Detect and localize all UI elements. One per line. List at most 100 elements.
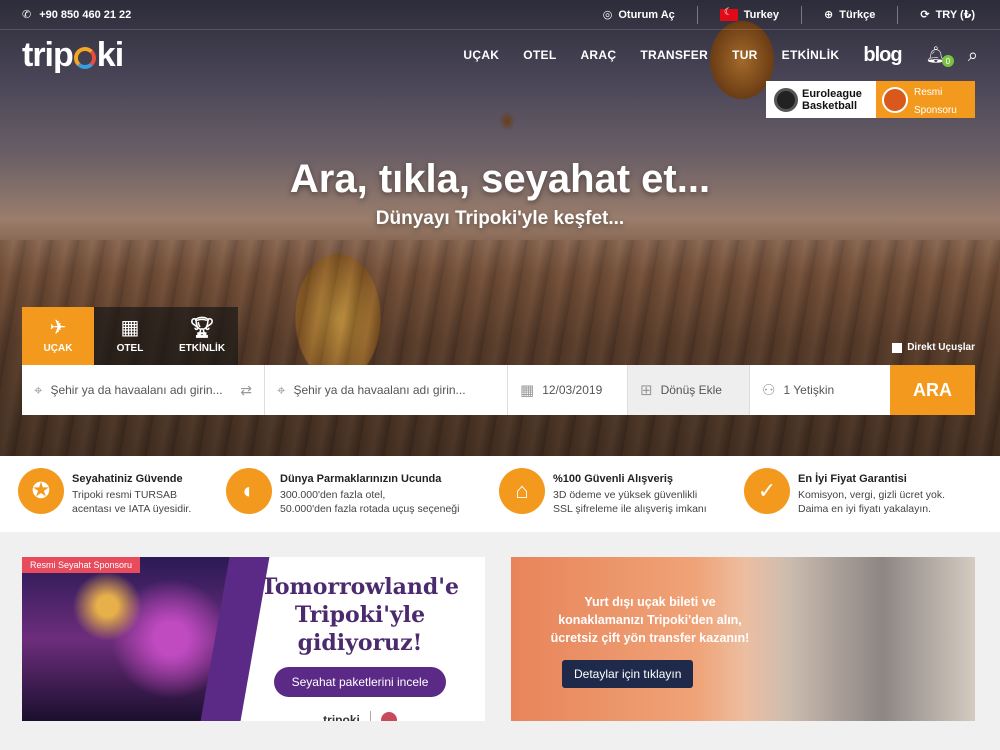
tab-ucak-label: UÇAK <box>43 343 73 354</box>
country-selector[interactable]: Turkey <box>698 5 803 24</box>
phone-number: +90 850 460 21 22 <box>39 8 132 21</box>
checkmark-icon: ✓ <box>744 468 790 514</box>
feature-title: En İyi Fiyat Garantisi <box>798 473 907 485</box>
calendar-icon: ▦ <box>520 382 535 399</box>
tripoki-logo[interactable]: trip ki <box>22 35 124 75</box>
feature-secure-travel: ✪ Seyahatiniz Güvende Tripoki resmi TURS… <box>18 468 226 532</box>
banner2-line2: konaklamanızı Tripoki'den alın, <box>558 613 742 627</box>
add-return-label: Dönüş Ekle <box>660 383 722 397</box>
direct-flights-label: Direkt Uçuşlar <box>907 342 975 353</box>
euroleague-label: Euroleague <box>802 87 862 100</box>
language-label: Türkçe <box>839 8 876 21</box>
banner1-footer-logos: tripoki <box>323 711 397 721</box>
notification-bell-icon[interactable]: 🔔︎ 0 <box>926 45 954 67</box>
login-link[interactable]: ◎ Oturum Aç <box>581 5 698 24</box>
nav-ucak[interactable]: UÇAK <box>451 48 511 62</box>
feature-line: Daima en iyi fiyatı yakalayın. <box>798 503 932 515</box>
language-selector[interactable]: ⊕ Türkçe <box>802 5 899 24</box>
checkbox-box[interactable] <box>892 342 903 353</box>
nav-blog[interactable]: blog <box>851 44 913 67</box>
origin-placeholder: Şehir ya da havaalanı adı girin... <box>50 383 223 397</box>
ssl-lock-icon: ⌂ <box>499 468 545 514</box>
tab-etkinlik[interactable]: 🏆︎ ETKİNLİK <box>166 307 238 365</box>
sponsor-line1: Resmi <box>914 86 943 98</box>
search-button[interactable]: ARA <box>890 365 975 415</box>
feature-line: SSL şifreleme ile alışveriş imkanı <box>553 503 707 515</box>
notification-badge: 0 <box>941 55 954 67</box>
hero-subline: Dünyayı Tripoki'yle keşfet... <box>375 208 625 229</box>
details-button[interactable]: Detaylar için tıklayın <box>562 660 694 688</box>
login-label: Oturum Aç <box>618 8 675 21</box>
hotel-icon: ▦ <box>120 317 140 339</box>
nav-otel[interactable]: OTEL <box>511 48 568 62</box>
view-packages-button[interactable]: Seyahat paketlerini incele <box>273 667 447 697</box>
tab-otel-label: OTEL <box>116 343 144 354</box>
hero-headline: Ara, tıkla, seyahat et... <box>289 157 711 201</box>
refresh-icon: ⟳ <box>920 9 930 21</box>
departure-date-value: 12/03/2019 <box>542 383 603 397</box>
euroleague-logo: Euroleague Basketball <box>766 81 876 118</box>
passenger-selector[interactable]: ⚇ 1 Yetişkin <box>750 365 890 415</box>
location-pin-icon: ⌖ <box>277 381 286 399</box>
transfer-promo-banner[interactable]: Yurt dışı uçak bileti ve konaklamanızı T… <box>511 557 975 721</box>
currency-selector[interactable]: ⟳ TRY (₺) <box>898 6 978 24</box>
search-icon[interactable]: ⌕ <box>968 45 978 66</box>
feature-title: %100 Güvenli Alışveriş <box>553 473 674 485</box>
feature-line: Tripoki resmi TURSAB <box>72 489 178 501</box>
tomorrowland-logo-icon <box>380 712 397 721</box>
festival-image: Resmi Seyahat Sponsoru <box>22 557 235 721</box>
hero-section: ✆ +90 850 460 21 22 ◎ Oturum Aç Turkey ⊕… <box>0 0 1000 456</box>
top-bar: ✆ +90 850 460 21 22 ◎ Oturum Aç Turkey ⊕… <box>0 0 1000 30</box>
euroleague-sponsor-badge[interactable]: Euroleague Basketball Resmi Sponsoru <box>766 81 975 118</box>
trophy-icon: 🏆︎ <box>189 317 215 339</box>
globe-hand-icon: ◐ <box>226 468 272 514</box>
person-icon: ⚇ <box>762 382 776 399</box>
banner1-title-line2: Tripoki'yle gidiyoruz! <box>294 602 426 656</box>
divider <box>369 711 371 721</box>
tomorrowland-banner[interactable]: Resmi Seyahat Sponsoru Tomorrowland'e Tr… <box>22 557 485 721</box>
nav-transfer[interactable]: TRANSFER <box>628 48 720 62</box>
logo-text-a: trip <box>22 35 74 74</box>
medal-icon: ✪ <box>18 468 64 514</box>
feature-line: 50.000'den fazla rotada uçuş seçeneği <box>280 503 460 515</box>
feature-line: 3D ödeme ve yüksek güvenlikli <box>553 489 698 501</box>
promo-banners: Resmi Seyahat Sponsoru Tomorrowland'e Tr… <box>0 532 1000 750</box>
destination-placeholder: Şehir ya da havaalanı adı girin... <box>293 383 466 397</box>
sponsor-tag: Resmi Seyahat Sponsoru <box>22 557 141 573</box>
direct-flights-checkbox[interactable]: Direkt Uçuşlar <box>892 342 975 353</box>
logo-text-b: ki <box>96 35 124 74</box>
banner2-text: Yurt dışı uçak bileti ve konaklamanızı T… <box>511 593 789 647</box>
tripoki-small-logo: tripoki <box>323 713 360 721</box>
feature-line: acentası ve IATA üyesidir. <box>72 503 192 515</box>
feature-best-price: ✓ En İyi Fiyat Garantisi Komisyon, vergi… <box>744 468 974 532</box>
swap-icon[interactable]: ⇄ <box>240 382 252 399</box>
features-strip: ✪ Seyahatiniz Güvende Tripoki resmi TURS… <box>0 456 1000 532</box>
search-tabs: ✈ UÇAK ▦ OTEL 🏆︎ ETKİNLİK <box>22 307 238 371</box>
official-sponsor-label: Resmi Sponsoru <box>876 81 975 118</box>
banner2-line3: ücretsiz çift yön transfer kazanın! <box>550 631 750 645</box>
feature-title: Dünya Parmaklarınızın Ucunda <box>280 473 442 485</box>
location-pin-icon: ⌖ <box>34 381 43 399</box>
feature-secure-shopping: ⌂ %100 Güvenli Alışveriş 3D ödeme ve yük… <box>499 468 744 532</box>
feature-line: 300.000'den fazla otel, <box>280 489 386 501</box>
main-nav: UÇAK OTEL ARAÇ TRANSFER TUR ETKİNLİK blo… <box>451 44 978 67</box>
tab-etkinlik-label: ETKİNLİK <box>178 343 226 354</box>
origin-field[interactable]: ⌖ Şehir ya da havaalanı adı girin... ⇄ <box>22 365 265 415</box>
departure-date-field[interactable]: ▦ 12/03/2019 <box>508 365 628 415</box>
add-return-button[interactable]: ⊞ Dönüş Ekle <box>628 365 750 415</box>
phone-icon: ✆ <box>22 9 32 21</box>
plane-icon: ✈ <box>49 317 67 339</box>
globe-icon: ⊕ <box>824 9 834 21</box>
feature-world-access: ◐ Dünya Parmaklarınızın Ucunda 300.000'd… <box>226 468 499 532</box>
feature-line: Komisyon, vergi, gizli ücret yok. <box>798 489 946 501</box>
destination-field[interactable]: ⌖ Şehir ya da havaalanı adı girin... <box>265 365 508 415</box>
basketball-label: Basketball <box>802 99 858 112</box>
phone-contact[interactable]: ✆ +90 850 460 21 22 <box>22 8 132 22</box>
nav-etkinlik[interactable]: ETKİNLİK <box>770 48 852 62</box>
nav-arac[interactable]: ARAÇ <box>568 48 628 62</box>
turkey-flag-icon <box>719 7 738 21</box>
tab-ucak[interactable]: ✈ UÇAK <box>22 307 94 371</box>
banner2-line1: Yurt dışı uçak bileti ve <box>584 595 716 609</box>
tab-otel[interactable]: ▦ OTEL <box>94 307 166 365</box>
nav-tur[interactable]: TUR <box>720 48 770 62</box>
